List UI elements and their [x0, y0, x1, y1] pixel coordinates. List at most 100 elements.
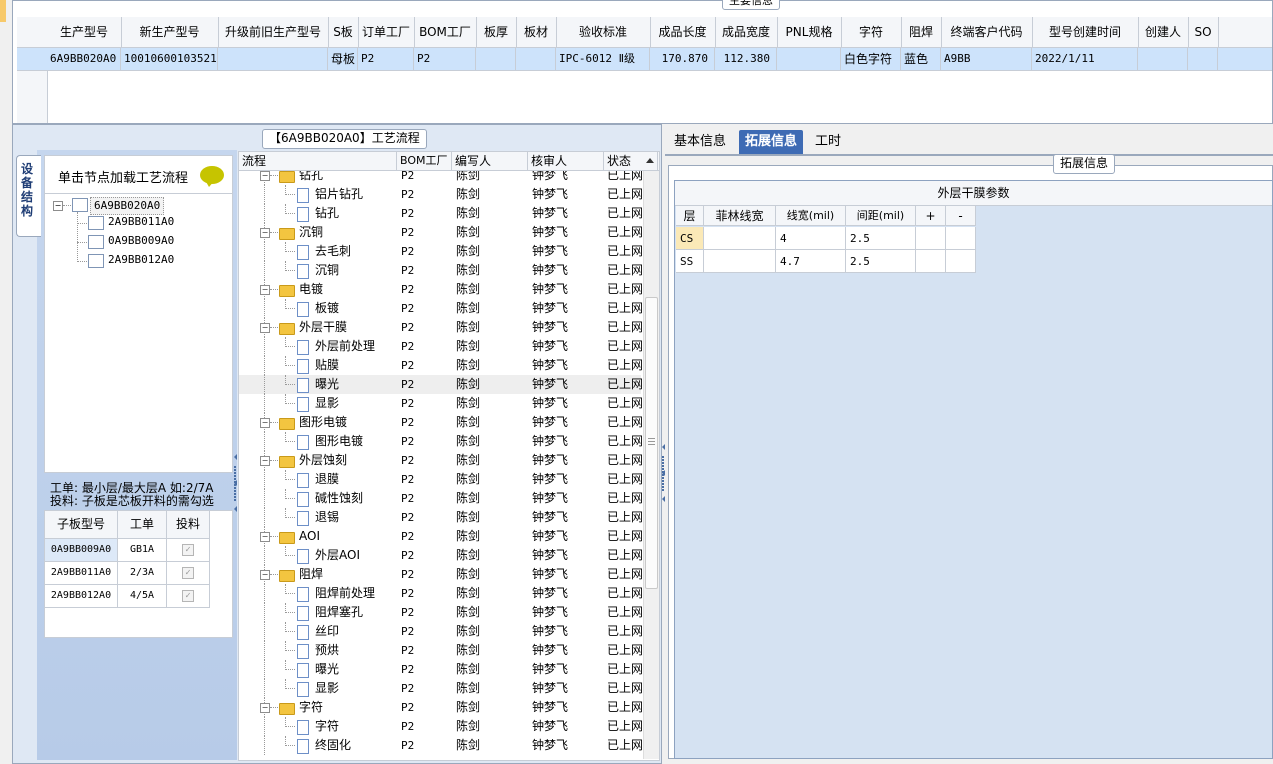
collapse-icon[interactable]: − — [260, 285, 270, 295]
process-row[interactable]: 预烘 P2 陈剑 钟梦飞 已上网 — [239, 641, 643, 660]
collapse-icon[interactable]: − — [53, 201, 63, 211]
column-header[interactable]: 子板型号 — [45, 511, 118, 539]
feed-checkbox[interactable]: ✓ — [182, 590, 194, 602]
cell-length[interactable]: 170.870 — [650, 48, 715, 70]
layer-cell[interactable]: CS — [676, 227, 704, 250]
sub-board-model[interactable]: 2A9BB012A0 — [45, 585, 118, 608]
cell-model[interactable]: 6A9BB020A0 — [47, 48, 121, 70]
column-header[interactable]: 字符 — [841, 17, 902, 47]
remove-cell[interactable] — [946, 227, 976, 250]
collapse-icon[interactable]: − — [260, 532, 270, 542]
process-row[interactable]: − 外层蚀刻 P2 陈剑 钟梦飞 已上网 — [239, 451, 643, 470]
cell-s-board[interactable]: 母板 — [328, 48, 358, 70]
tree-node-child[interactable]: 2A9BB011A0 — [108, 214, 174, 230]
column-header[interactable]: 核审人 — [528, 152, 604, 170]
process-row[interactable]: 碱性蚀刻 P2 陈剑 钟梦飞 已上网 — [239, 489, 643, 508]
process-row[interactable]: − 阻焊 P2 陈剑 钟梦飞 已上网 — [239, 565, 643, 584]
collapse-icon[interactable]: − — [260, 323, 270, 333]
process-row[interactable]: 钻孔 P2 陈剑 钟梦飞 已上网 — [239, 204, 643, 223]
column-header[interactable]: 投料 — [167, 511, 210, 539]
sub-board-order[interactable]: GB1A — [118, 539, 167, 562]
cell-old-model[interactable] — [218, 48, 328, 70]
column-header[interactable]: SO — [1188, 17, 1219, 47]
remove-column-button[interactable]: - — [946, 206, 976, 226]
tree-node-root[interactable]: 6A9BB020A0 — [90, 197, 165, 215]
cell-creator[interactable] — [1138, 48, 1188, 70]
column-header[interactable]: 生产型号 — [47, 17, 122, 47]
process-row[interactable]: 退锡 P2 陈剑 钟梦飞 已上网 — [239, 508, 643, 527]
line-width-cell[interactable]: 4 — [776, 227, 846, 250]
cell-material[interactable] — [516, 48, 556, 70]
tab-extended-info[interactable]: 拓展信息 — [739, 130, 804, 154]
cell-mask[interactable]: 蓝色 — [901, 48, 941, 70]
sub-board-model[interactable]: 2A9BB011A0 — [45, 562, 118, 585]
column-header[interactable]: 板厚 — [476, 17, 517, 47]
cell-standard[interactable]: IPC-6012 Ⅱ级 — [556, 48, 650, 70]
scroll-up-icon[interactable] — [646, 158, 654, 163]
process-row[interactable]: 字符 P2 陈剑 钟梦飞 已上网 — [239, 717, 643, 736]
process-row[interactable]: 外层前处理 P2 陈剑 钟梦飞 已上网 — [239, 337, 643, 356]
process-row[interactable]: 板镀 P2 陈剑 钟梦飞 已上网 — [239, 299, 643, 318]
column-header[interactable]: 阻焊 — [901, 17, 942, 47]
collapse-icon[interactable]: − — [260, 418, 270, 428]
process-row[interactable]: − 电镀 P2 陈剑 钟梦飞 已上网 — [239, 280, 643, 299]
cell-thickness[interactable] — [476, 48, 516, 70]
collapse-icon[interactable]: − — [260, 456, 270, 466]
column-header[interactable]: 成品宽度 — [715, 17, 778, 47]
add-cell[interactable] — [916, 227, 946, 250]
process-row[interactable]: 外层AOI P2 陈剑 钟梦飞 已上网 — [239, 546, 643, 565]
feed-checkbox[interactable]: ✓ — [182, 544, 194, 556]
process-row[interactable]: − 字符 P2 陈剑 钟梦飞 已上网 — [239, 698, 643, 717]
sub-board-order[interactable]: 2/3A — [118, 562, 167, 585]
column-header[interactable]: 成品长度 — [650, 17, 716, 47]
cell-so[interactable] — [1188, 48, 1218, 70]
process-row[interactable]: 终固化 P2 陈剑 钟梦飞 已上网 — [239, 736, 643, 755]
add-cell[interactable] — [916, 250, 946, 273]
cell-width[interactable]: 112.380 — [715, 48, 777, 70]
column-header[interactable]: 验收标准 — [556, 17, 651, 47]
film-width-cell[interactable] — [704, 227, 776, 250]
process-row[interactable]: − 图形电镀 P2 陈剑 钟梦飞 已上网 — [239, 413, 643, 432]
sub-board-order[interactable]: 4/5A — [118, 585, 167, 608]
column-header[interactable]: 订单工厂 — [358, 17, 415, 47]
column-header[interactable]: BOM工厂 — [414, 17, 477, 47]
column-header[interactable]: 新生产型号 — [121, 17, 219, 47]
column-header[interactable]: 间距(mil) — [846, 206, 916, 226]
scrollbar-thumb[interactable] — [645, 297, 658, 589]
add-column-button[interactable]: + — [916, 206, 946, 226]
process-row[interactable]: − AOI P2 陈剑 钟梦飞 已上网 — [239, 527, 643, 546]
tab-work-hours[interactable]: 工时 — [809, 130, 847, 154]
spacing-cell[interactable]: 2.5 — [846, 227, 916, 250]
process-row[interactable]: 丝印 P2 陈剑 钟梦飞 已上网 — [239, 622, 643, 641]
process-row[interactable]: − 沉铜 P2 陈剑 钟梦飞 已上网 — [239, 223, 643, 242]
cell-pnl[interactable] — [777, 48, 841, 70]
process-row[interactable]: 阻焊塞孔 P2 陈剑 钟梦飞 已上网 — [239, 603, 643, 622]
column-header[interactable]: 工单 — [118, 511, 167, 539]
process-row[interactable]: 显影 P2 陈剑 钟梦飞 已上网 — [239, 394, 643, 413]
tree-node-child[interactable]: 2A9BB012A0 — [108, 252, 174, 268]
process-row[interactable]: 图形电镀 P2 陈剑 钟梦飞 已上网 — [239, 432, 643, 451]
column-header[interactable]: 型号创建时间 — [1032, 17, 1139, 47]
process-row[interactable]: 铝片钻孔 P2 陈剑 钟梦飞 已上网 — [239, 185, 643, 204]
cell-char[interactable]: 白色字符 — [841, 48, 901, 70]
process-row[interactable]: − 外层干膜 P2 陈剑 钟梦飞 已上网 — [239, 318, 643, 337]
cell-customer[interactable]: A9BB — [941, 48, 1032, 70]
tab-basic-info[interactable]: 基本信息 — [668, 130, 732, 154]
layer-cell[interactable]: SS — [676, 250, 704, 273]
column-header[interactable]: S板 — [328, 17, 359, 47]
cell-created[interactable]: 2022/1/11 — [1032, 48, 1138, 70]
column-header[interactable]: 创建人 — [1138, 17, 1189, 47]
cell-order-factory[interactable]: P2 — [358, 48, 414, 70]
cell-bom-factory[interactable]: P2 — [414, 48, 476, 70]
process-row[interactable]: 去毛刺 P2 陈剑 钟梦飞 已上网 — [239, 242, 643, 261]
column-header[interactable]: 层 — [676, 206, 704, 226]
collapse-icon[interactable]: − — [260, 703, 270, 713]
column-header[interactable]: 板材 — [516, 17, 557, 47]
collapse-icon[interactable]: − — [260, 171, 270, 181]
column-header[interactable]: 升级前旧生产型号 — [218, 17, 329, 47]
process-row[interactable]: 沉铜 P2 陈剑 钟梦飞 已上网 — [239, 261, 643, 280]
process-row[interactable]: 曝光 P2 陈剑 钟梦飞 已上网 — [239, 375, 643, 394]
process-row[interactable]: 曝光 P2 陈剑 钟梦飞 已上网 — [239, 660, 643, 679]
process-row[interactable]: 贴膜 P2 陈剑 钟梦飞 已上网 — [239, 356, 643, 375]
collapse-icon[interactable]: − — [260, 228, 270, 238]
